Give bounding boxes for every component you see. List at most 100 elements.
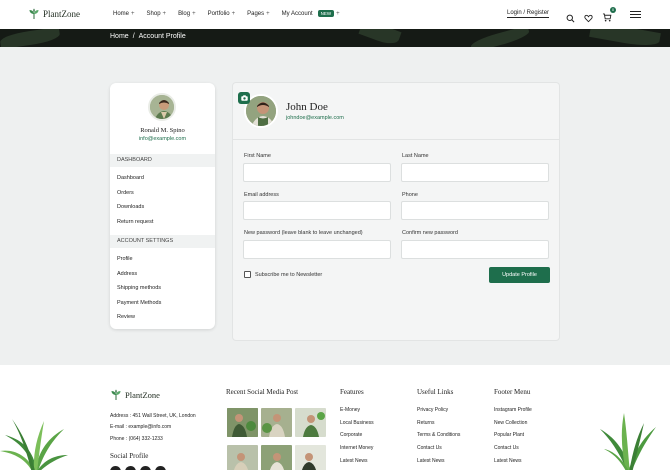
profile-header: John Doe johndoe@example.com [233,83,559,140]
footer-link[interactable]: Terms & Conditions [417,432,460,438]
footer-link[interactable]: Local Business [340,420,374,426]
change-photo-button[interactable] [238,92,250,104]
recent-post-thumb[interactable] [295,445,326,470]
plus-icon: + [131,10,135,17]
sidebar-item-downloads[interactable]: Downloads [117,204,144,210]
nav-label: My Account [281,10,313,17]
recent-post-thumb[interactable] [261,408,292,437]
footer-link[interactable]: Contact Us [417,445,442,451]
profile-panel: John Doe johndoe@example.com First Name … [232,82,560,341]
email-label: Email address [244,192,279,198]
footer-link[interactable]: Internet Money [340,445,373,451]
recent-post-thumb[interactable] [227,445,258,470]
plant-logo-icon [29,8,39,19]
sidebar-user-email[interactable]: info@example.com [110,136,215,142]
recent-post-thumb[interactable] [295,408,326,437]
phone-field[interactable] [401,201,549,220]
nav-item-blog[interactable]: Blog + [178,10,196,17]
account-main: Ronald M. Spino info@example.com DASHBOA… [0,47,670,365]
footer-address: Address : 451 Wall Street, UK, London [110,413,196,419]
sidebar-item-review[interactable]: Review [117,314,135,320]
plus-icon: + [336,10,340,17]
nav-label: Portfolio [207,10,230,17]
account-sidebar: Ronald M. Spino info@example.com DASHBOA… [110,83,215,329]
sidebar-item-address[interactable]: Address [117,271,137,277]
footer-link[interactable]: Corporate [340,432,362,438]
footer-link[interactable]: Privacy Policy [417,407,448,413]
sidebar-item-shipping-methods[interactable]: Shipping methods [117,285,161,291]
newsletter-checkbox[interactable] [244,271,251,278]
hamburger-menu-icon[interactable] [630,11,641,20]
confirm-password-field[interactable] [401,240,549,259]
first-name-field[interactable] [243,163,391,182]
cart-count-badge: 0 [610,7,616,13]
facebook-icon[interactable] [110,466,121,470]
nav-item-portfolio[interactable]: Portfolio + [208,10,236,17]
footer-email: E-mail : example@info.com [110,424,172,430]
instagram-icon[interactable] [140,466,151,470]
breadcrumb-banner: Home / Account Profile [0,29,670,47]
footer-col-title-features: Features [340,388,364,396]
search-icon[interactable] [566,14,575,23]
footer-link[interactable]: Instagram Profile [494,407,532,413]
footer-link[interactable]: Contact Us [494,445,519,451]
footer-col-title-footer-menu: Footer Menu [494,388,531,396]
site-header: PlantZone Home + Shop + Blog + Portfolio + P… [0,0,670,29]
cart-button[interactable]: 0 [602,7,616,27]
nav-label: Blog [178,10,191,17]
first-name-label: First Name [244,153,271,159]
footer-social-title: Social Profile [110,452,149,460]
footer-link[interactable]: Popular Plant [494,432,524,438]
footer-link[interactable]: New Collection [494,420,527,426]
recent-post-thumb[interactable] [227,408,258,437]
heart-icon[interactable] [584,14,593,23]
sidebar-item-return-request[interactable]: Return request [117,219,153,225]
camera-icon [240,95,248,101]
nav-item-my-account[interactable]: My Account NEW + [282,10,340,17]
nav-item-shop[interactable]: Shop + [147,10,167,17]
last-name-label: Last Name [402,153,429,159]
plus-icon: + [162,10,167,17]
new-password-field[interactable] [243,240,391,259]
plus-icon: + [266,10,270,17]
footer-link[interactable]: Latest News [340,458,368,464]
sidebar-avatar [148,93,176,121]
email-field[interactable] [243,201,391,220]
leaf-decoration [0,29,61,47]
footer-recent-title: Recent Social Media Post [226,388,299,396]
last-name-field[interactable] [401,163,549,182]
footer-logo[interactable]: PlantZone [110,389,160,401]
plus-icon: + [231,10,236,17]
profile-email[interactable]: johndoe@example.com [286,115,344,121]
linkedin-icon[interactable] [155,466,166,470]
plant-decoration-left [0,419,68,470]
site-logo[interactable]: PlantZone [28,8,80,20]
footer-link[interactable]: Returns [417,420,435,426]
newsletter-checkbox-row[interactable]: Subscribe me to Newsletter [244,271,322,278]
user-photo [150,95,174,119]
new-password-label: New password (leave blank to leave uncha… [244,230,363,236]
logo-text: PlantZone [43,9,80,19]
footer-link[interactable]: Latest News [494,458,522,464]
nav-item-pages[interactable]: Pages + [247,10,270,17]
plus-icon: + [192,10,196,17]
phone-label: Phone [402,192,418,198]
recent-post-thumb[interactable] [261,445,292,470]
header-icons: 0 [566,7,616,27]
sidebar-item-payment-methods[interactable]: Payment Methods [117,300,161,306]
twitter-icon[interactable] [125,466,136,470]
breadcrumb-home-link[interactable]: Home [110,33,129,40]
nav-item-home[interactable]: Home + [113,10,135,17]
confirm-password-label: Confirm new password [402,230,458,236]
sidebar-item-dashboard[interactable]: Dashboard [117,175,144,181]
sidebar-item-orders[interactable]: Orders [117,190,134,196]
footer-link[interactable]: E-Money [340,407,360,413]
login-register-link[interactable]: Login / Register [507,10,550,18]
sidebar-item-profile[interactable]: Profile [117,256,133,262]
leaf-decoration [589,29,661,47]
plant-decoration-right [600,413,656,470]
footer-link[interactable]: Latest News [417,458,445,464]
leaf-decoration [358,29,402,47]
site-footer: PlantZone Address : 451 Wall Street, UK,… [0,365,670,470]
update-profile-button[interactable]: Update Profile [489,267,550,283]
